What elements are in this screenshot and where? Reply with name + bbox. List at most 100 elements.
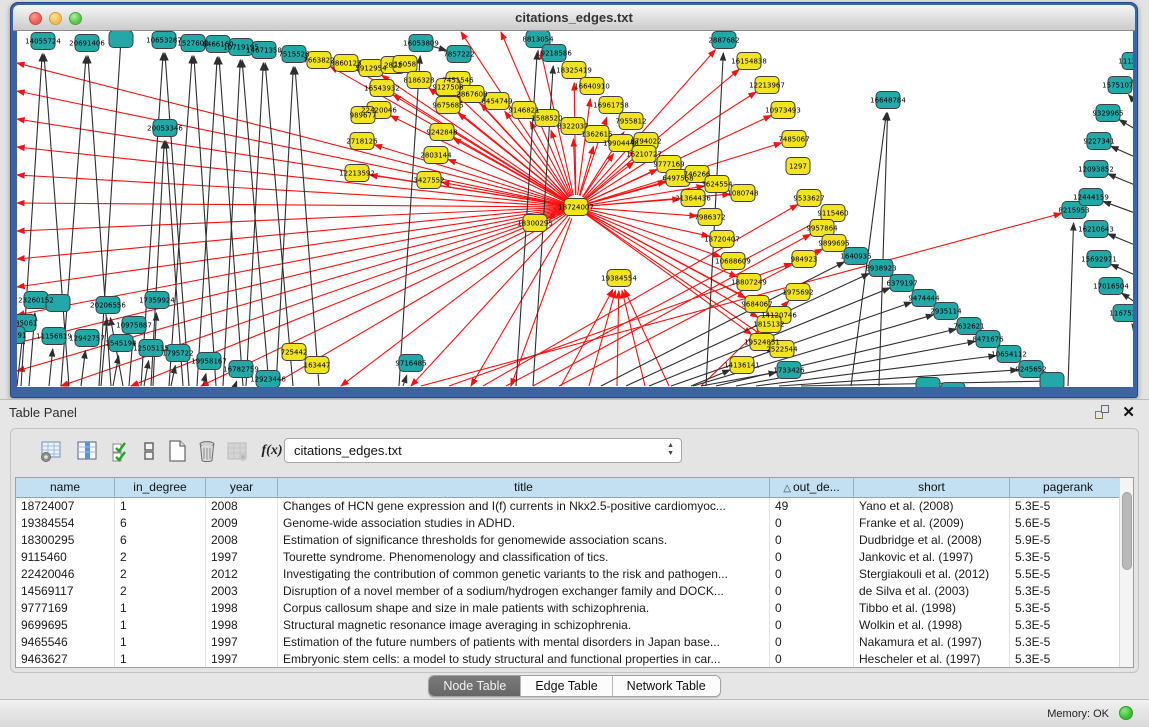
table-cell[interactable]: 9465546 — [16, 634, 115, 651]
memory-ok-indicator-icon[interactable] — [1119, 706, 1133, 720]
table-cell[interactable]: 9463627 — [16, 651, 115, 667]
graph-edge[interactable] — [1119, 120, 1133, 129]
column-header-short[interactable]: short — [854, 478, 1010, 498]
table-cell[interactable]: 19384554 — [16, 515, 115, 532]
tab-edge-table[interactable]: Edge Table — [521, 676, 612, 696]
graph-edge[interactable] — [223, 60, 240, 386]
table-cell[interactable]: Yano et al. (2008) — [854, 498, 1010, 515]
float-panel-icon[interactable] — [1095, 405, 1109, 419]
table-cell[interactable]: Investigating the contribution of common… — [278, 566, 770, 583]
table-cell[interactable]: 2009 — [206, 515, 278, 532]
graph-edge[interactable] — [17, 210, 564, 343]
table-cell[interactable]: 5.3E-5 — [1010, 617, 1119, 634]
table-cell[interactable]: Hescheler et al. (1997) — [854, 651, 1010, 667]
table-cell[interactable]: 49 — [770, 498, 854, 515]
tab-network-table[interactable]: Network Table — [613, 676, 720, 696]
column-header-out_de[interactable]: △out_de... — [770, 478, 854, 498]
table-row[interactable]: 946554611997Estimation of the future num… — [16, 634, 1119, 651]
table-cell[interactable]: Changes of HCN gene expression and I(f) … — [278, 498, 770, 515]
table-cell[interactable]: Tourette syndrome. Phenomenology and cla… — [278, 549, 770, 566]
table-row[interactable]: 2242004622012Investigating the contribut… — [16, 566, 1119, 583]
graph-edge[interactable] — [1129, 95, 1133, 102]
table-cell[interactable]: 1998 — [206, 600, 278, 617]
table-row[interactable]: 1456911722003Disruption of a novel membe… — [16, 583, 1119, 600]
column-header-pagerank[interactable]: pagerank — [1010, 478, 1127, 498]
table-cell[interactable]: 1 — [115, 498, 206, 515]
table-row[interactable]: 969969511998Structural magnetic resonanc… — [16, 617, 1119, 634]
table-cell[interactable]: 1998 — [206, 617, 278, 634]
table-cell[interactable]: 1 — [115, 600, 206, 617]
graph-edge[interactable] — [601, 262, 844, 386]
table-cell[interactable]: 2012 — [206, 566, 278, 583]
table-cell[interactable]: 1997 — [206, 634, 278, 651]
table-settings-icon[interactable] — [37, 437, 65, 465]
new-file-icon[interactable] — [163, 437, 191, 465]
graph-edge[interactable] — [1108, 174, 1133, 185]
graph-edge[interactable] — [201, 212, 565, 386]
close-panel-icon[interactable]: ✕ — [1122, 403, 1135, 421]
table-cell[interactable]: 1997 — [206, 651, 278, 667]
graph-edge[interactable] — [588, 208, 697, 216]
table-cell[interactable]: 2008 — [206, 532, 278, 549]
table-cell[interactable]: Embryonic stem cells: a model to study s… — [278, 651, 770, 667]
table-cell[interactable]: 2 — [115, 583, 206, 600]
table-cell[interactable]: 0 — [770, 600, 854, 617]
graph-edge[interactable] — [341, 214, 566, 386]
graph-edge[interactable] — [165, 53, 189, 386]
table-cell[interactable]: 5.3E-5 — [1010, 549, 1119, 566]
graph-edge[interactable] — [17, 63, 564, 204]
graph-edge[interactable] — [1111, 264, 1133, 275]
table-row[interactable]: 946362711997Embryonic stem cells: a mode… — [16, 651, 1119, 667]
scrollbar-thumb[interactable] — [1122, 492, 1132, 570]
graph-node[interactable] — [916, 378, 940, 388]
table-cell[interactable]: 0 — [770, 566, 854, 583]
graph-edge[interactable] — [624, 290, 669, 386]
graph-edge[interactable] — [617, 291, 619, 386]
table-cell[interactable]: Franke et al. (2009) — [854, 515, 1010, 532]
graph-edge[interactable] — [1132, 324, 1133, 329]
table-cell[interactable]: 2 — [115, 566, 206, 583]
table-cell[interactable]: 5.3E-5 — [1010, 634, 1119, 651]
table-cell[interactable]: 0 — [770, 651, 854, 667]
column-header-name[interactable]: name — [16, 478, 115, 498]
table-cell[interactable]: 1997 — [206, 549, 278, 566]
checklist-icon[interactable] — [107, 437, 135, 465]
table-cell[interactable]: 0 — [770, 549, 854, 566]
table-row[interactable]: 1830029562008Estimation of significance … — [16, 532, 1119, 549]
graph-edge[interactable] — [506, 219, 822, 386]
table-row[interactable]: 1872400712008Changes of HCN gene express… — [16, 498, 1119, 515]
table-cell[interactable]: Wolkin et al. (1998) — [854, 617, 1010, 634]
table-cell[interactable]: 9115460 — [16, 549, 115, 566]
graph-edge[interactable] — [113, 356, 119, 386]
graph-edge[interactable] — [693, 315, 934, 386]
graph-edge[interactable] — [589, 291, 616, 386]
table-cell[interactable]: 5.3E-5 — [1010, 600, 1119, 617]
graph-edge[interactable] — [235, 381, 237, 386]
graph-edge[interactable] — [81, 351, 85, 386]
table-cell[interactable]: de Silva et al. (2003) — [854, 583, 1010, 600]
table-cell[interactable]: 5.6E-5 — [1010, 515, 1119, 532]
table-cell[interactable]: Tibbo et al. (1998) — [854, 600, 1010, 617]
graph-node[interactable] — [941, 383, 965, 388]
table-cell[interactable]: 5.3E-5 — [1010, 651, 1119, 667]
network-window-titlebar[interactable]: citations_edges.txt — [13, 5, 1135, 31]
table-cell[interactable]: 6 — [115, 532, 206, 549]
rows-icon[interactable] — [135, 437, 163, 465]
table-cell[interactable]: 0 — [770, 532, 854, 549]
graph-node[interactable] — [109, 31, 133, 48]
table-cell[interactable]: 2 — [115, 549, 206, 566]
graph-edge[interactable] — [276, 67, 293, 386]
table-cell[interactable]: Structural magnetic resonance image aver… — [278, 617, 770, 634]
table-cell[interactable]: 5.5E-5 — [1010, 566, 1119, 583]
vertical-scrollbar[interactable] — [1119, 478, 1133, 667]
table-cell[interactable]: 0 — [770, 515, 854, 532]
graph-edge[interactable] — [1111, 146, 1133, 157]
table-cell[interactable]: 5.9E-5 — [1010, 532, 1119, 549]
table-cell[interactable]: 0 — [770, 617, 854, 634]
graph-edge[interactable] — [1108, 234, 1133, 245]
graph-edge[interactable] — [579, 146, 593, 195]
tab-node-table[interactable]: Node Table — [429, 676, 521, 696]
table-cell[interactable]: Jankovic et al. (1997) — [854, 549, 1010, 566]
graph-edge[interactable] — [144, 361, 149, 386]
graph-edge[interactable] — [403, 375, 407, 386]
